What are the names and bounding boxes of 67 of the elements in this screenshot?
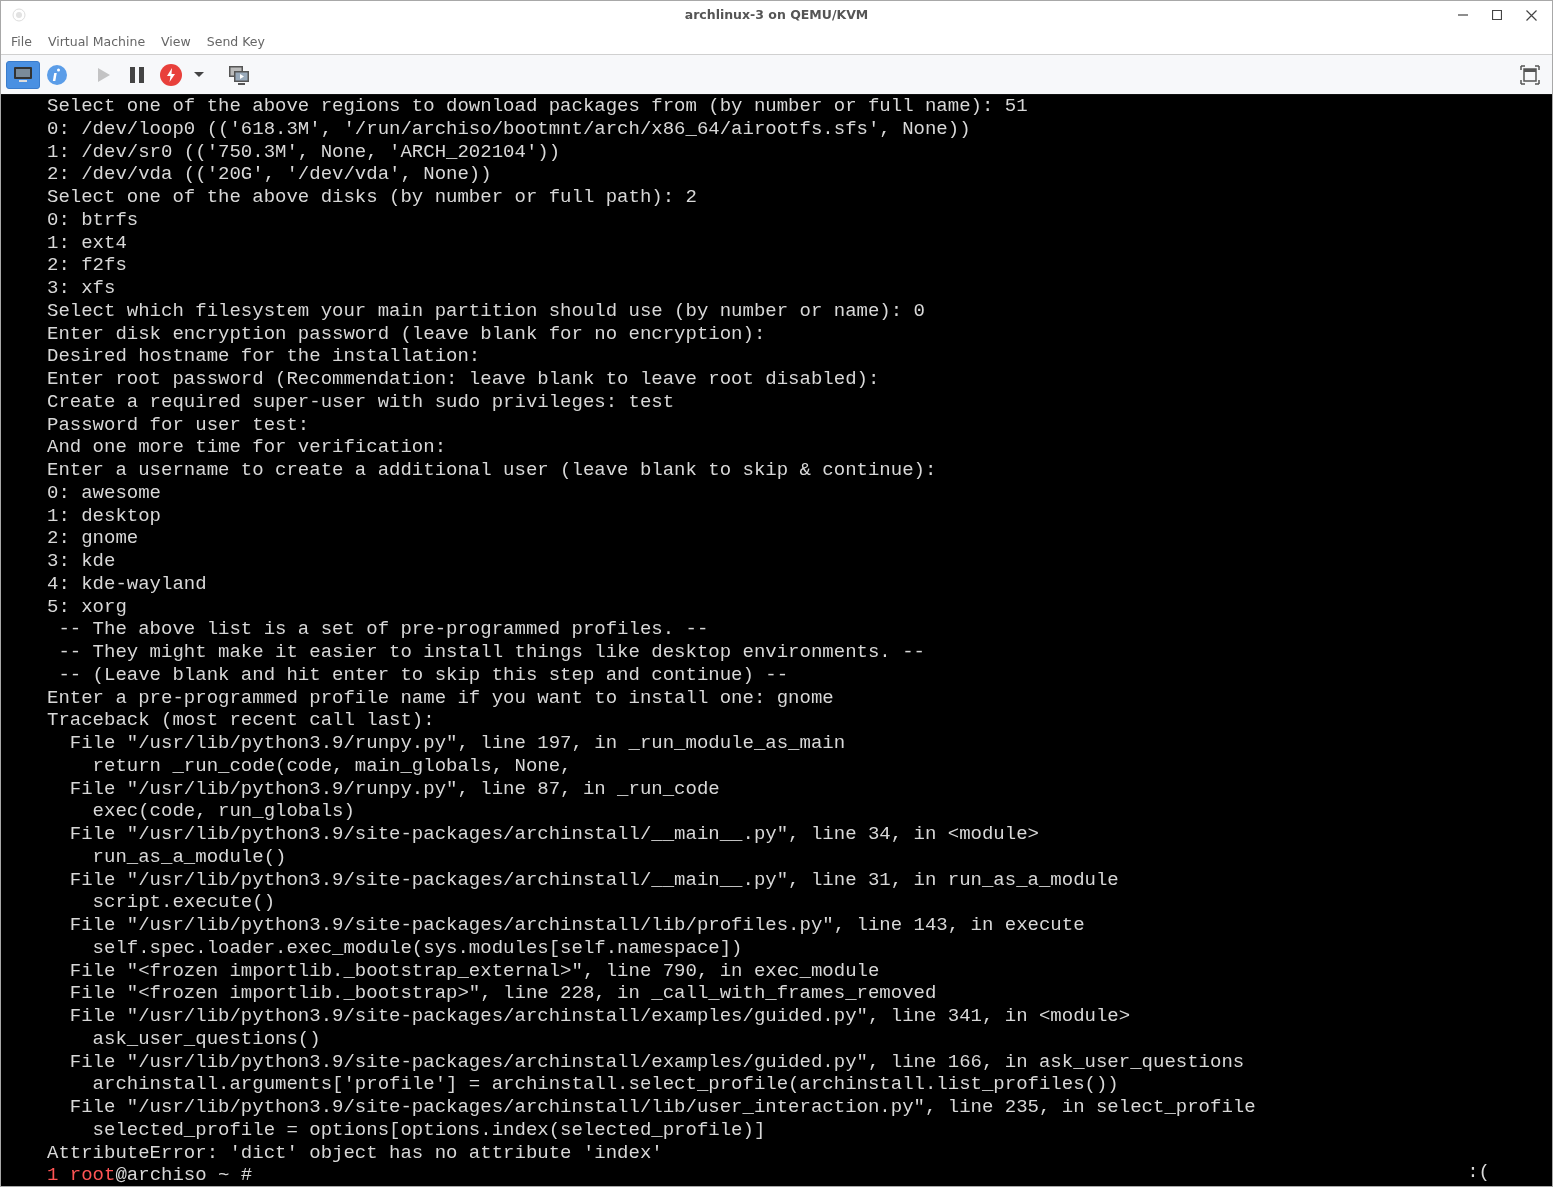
caret-icon — [194, 72, 204, 77]
terminal-line: And one more time for verification: — [47, 436, 448, 459]
minimize-icon — [1458, 14, 1468, 16]
terminal-line: Enter disk encryption password (leave blank for no encryption): — [47, 322, 767, 346]
terminal-line: Desired hostname for the installation: — [47, 345, 482, 368]
exit-status: 1 — [47, 1164, 59, 1186]
terminal-line: 0: /dev/loop0 (('618.3M', '/run/archiso/bootmnt/arch/x86_64/airootfs.sfs', None)) — [47, 117, 972, 141]
terminal-line: Enter a username to create a additional user (leave blank to skip & continue): — [47, 459, 938, 482]
terminal-line: 0: awesome — [47, 481, 163, 505]
terminal-line: File "/usr/lib/python3.9/site-packages/archinstall/__main__.py", line 31, in run_as_a_module — [68, 868, 1120, 892]
terminal-line: File "<frozen importlib._bootstrap>", line 228, in _call_with_frames_removed — [68, 982, 938, 1005]
menu-item[interactable]: Virtual Machine — [39, 33, 154, 49]
terminal-line: 3: kde — [47, 550, 117, 573]
status-indicator: :( — [1467, 1161, 1490, 1184]
menu-item[interactable]: File — [3, 33, 40, 49]
terminal-line: File "/usr/lib/python3.9/site-packages/archinstall/__main__.py", line 34, in <module> — [68, 823, 1040, 846]
monitor-button[interactable] — [6, 60, 40, 89]
terminal-line: Select one of the above regions to download packages from (by number or full name): 51 — [47, 95, 1029, 118]
terminal-line: 1: /dev/sr0 (('750.3M', None, 'ARCH_202104')) — [47, 140, 562, 164]
terminal-line: -- They might make it easier to install things like desktop environments. -- — [57, 641, 926, 664]
terminal-line: Create a required super-user with sudo privileges: test — [47, 390, 676, 414]
prompt-user: root — [69, 1164, 116, 1186]
terminal-line: 0: btrfs — [47, 208, 140, 232]
terminal-line: self.spec.loader.exec_module(sys.modules[self.namespace]) — [91, 936, 744, 960]
terminal-line: File "<frozen importlib._bootstrap_external>", line 790, in exec_module — [68, 959, 881, 983]
terminal-line: File "/usr/lib/python3.9/site-packages/archinstall/examples/guided.py", line 166, in ask_user_questions — [68, 1050, 1246, 1074]
prompt-host: @archiso — [115, 1164, 207, 1186]
terminal-line: 2: f2fs — [47, 254, 128, 277]
terminal-line: File "/usr/lib/python3.9/site-packages/archinstall/lib/profiles.py", line 143, in execute — [68, 914, 1086, 937]
terminal-line: return _run_code(code, main_globals, None, — [91, 754, 573, 778]
terminal-line: 5: xorg — [47, 595, 128, 619]
terminal-line: Select which filesystem your main partition should use (by number or name): 0 — [47, 299, 926, 323]
prompt-symbol: # — [240, 1164, 253, 1186]
menu-item[interactable]: View — [153, 33, 199, 49]
terminal-line: 2: /dev/vda (('20G', '/dev/vda', None)) — [47, 163, 493, 186]
terminal-line: File "/usr/lib/python3.9/runpy.py", line 197, in _run_module_as_main — [68, 732, 847, 755]
terminal-line: exec(code, run_globals) — [91, 800, 356, 823]
terminal-line: script.execute() — [91, 891, 277, 914]
terminal-line: Traceback (most recent call last): — [47, 709, 436, 732]
fullscreen-icon — [1518, 62, 1542, 87]
menu-item[interactable]: Send Key — [198, 33, 273, 49]
terminal-line: -- The above list is a set of pre-programmed profiles. -- — [57, 618, 710, 641]
terminal-line: 1: ext4 — [47, 231, 128, 255]
prompt-path: ~ — [218, 1164, 230, 1186]
terminal-line: File "/usr/lib/python3.9/runpy.py", line 87, in _run_code — [68, 777, 721, 801]
terminal-line: selected_profile = options[options.index(selected_profile)] — [91, 1118, 767, 1142]
terminal-line: File "/usr/lib/python3.9/site-packages/archinstall/lib/user_interaction.py", line 235, in select_profile — [68, 1096, 1257, 1119]
terminal-line: Password for user test: — [47, 413, 311, 437]
terminal-line: 1: desktop — [47, 504, 163, 528]
window-title: archlinux-3 on QEMU/KVM — [684, 7, 869, 22]
terminal-line: ask_user_questions() — [91, 1027, 322, 1051]
power-icon — [159, 62, 183, 87]
maximize-icon — [1492, 10, 1502, 20]
terminal-line: 3: xfs — [47, 277, 117, 300]
terminal-line: Select one of the above disks (by number or full path): 2 — [47, 186, 698, 209]
terminal-line: run_as_a_module() — [91, 845, 288, 869]
terminal-line: Enter a pre-programmed profile name if you want to install one: gnome — [47, 686, 835, 710]
terminal-line: File "/usr/lib/python3.9/site-packages/archinstall/examples/guided.py", line 341, in <module> — [68, 1005, 1132, 1028]
terminal-line: 4: kde-wayland — [47, 572, 208, 596]
terminal-line: 2: gnome — [47, 527, 140, 550]
terminal-line: -- (Leave blank and hit enter to skip this step and continue) -- — [57, 663, 790, 687]
terminal-line: archinstall.arguments['profile'] = archinstall.select_profile(archinstall.list_profiles()) — [91, 1073, 1120, 1096]
close-icon — [1525, 9, 1537, 21]
terminal-line: Enter root password (Recommendation: leave blank to leave root disabled): — [47, 368, 881, 391]
terminal-line: AttributeError: 'dict' object has no attribute 'index' — [47, 1141, 664, 1165]
app-icon — [12, 8, 26, 22]
info-icon — [45, 62, 69, 87]
